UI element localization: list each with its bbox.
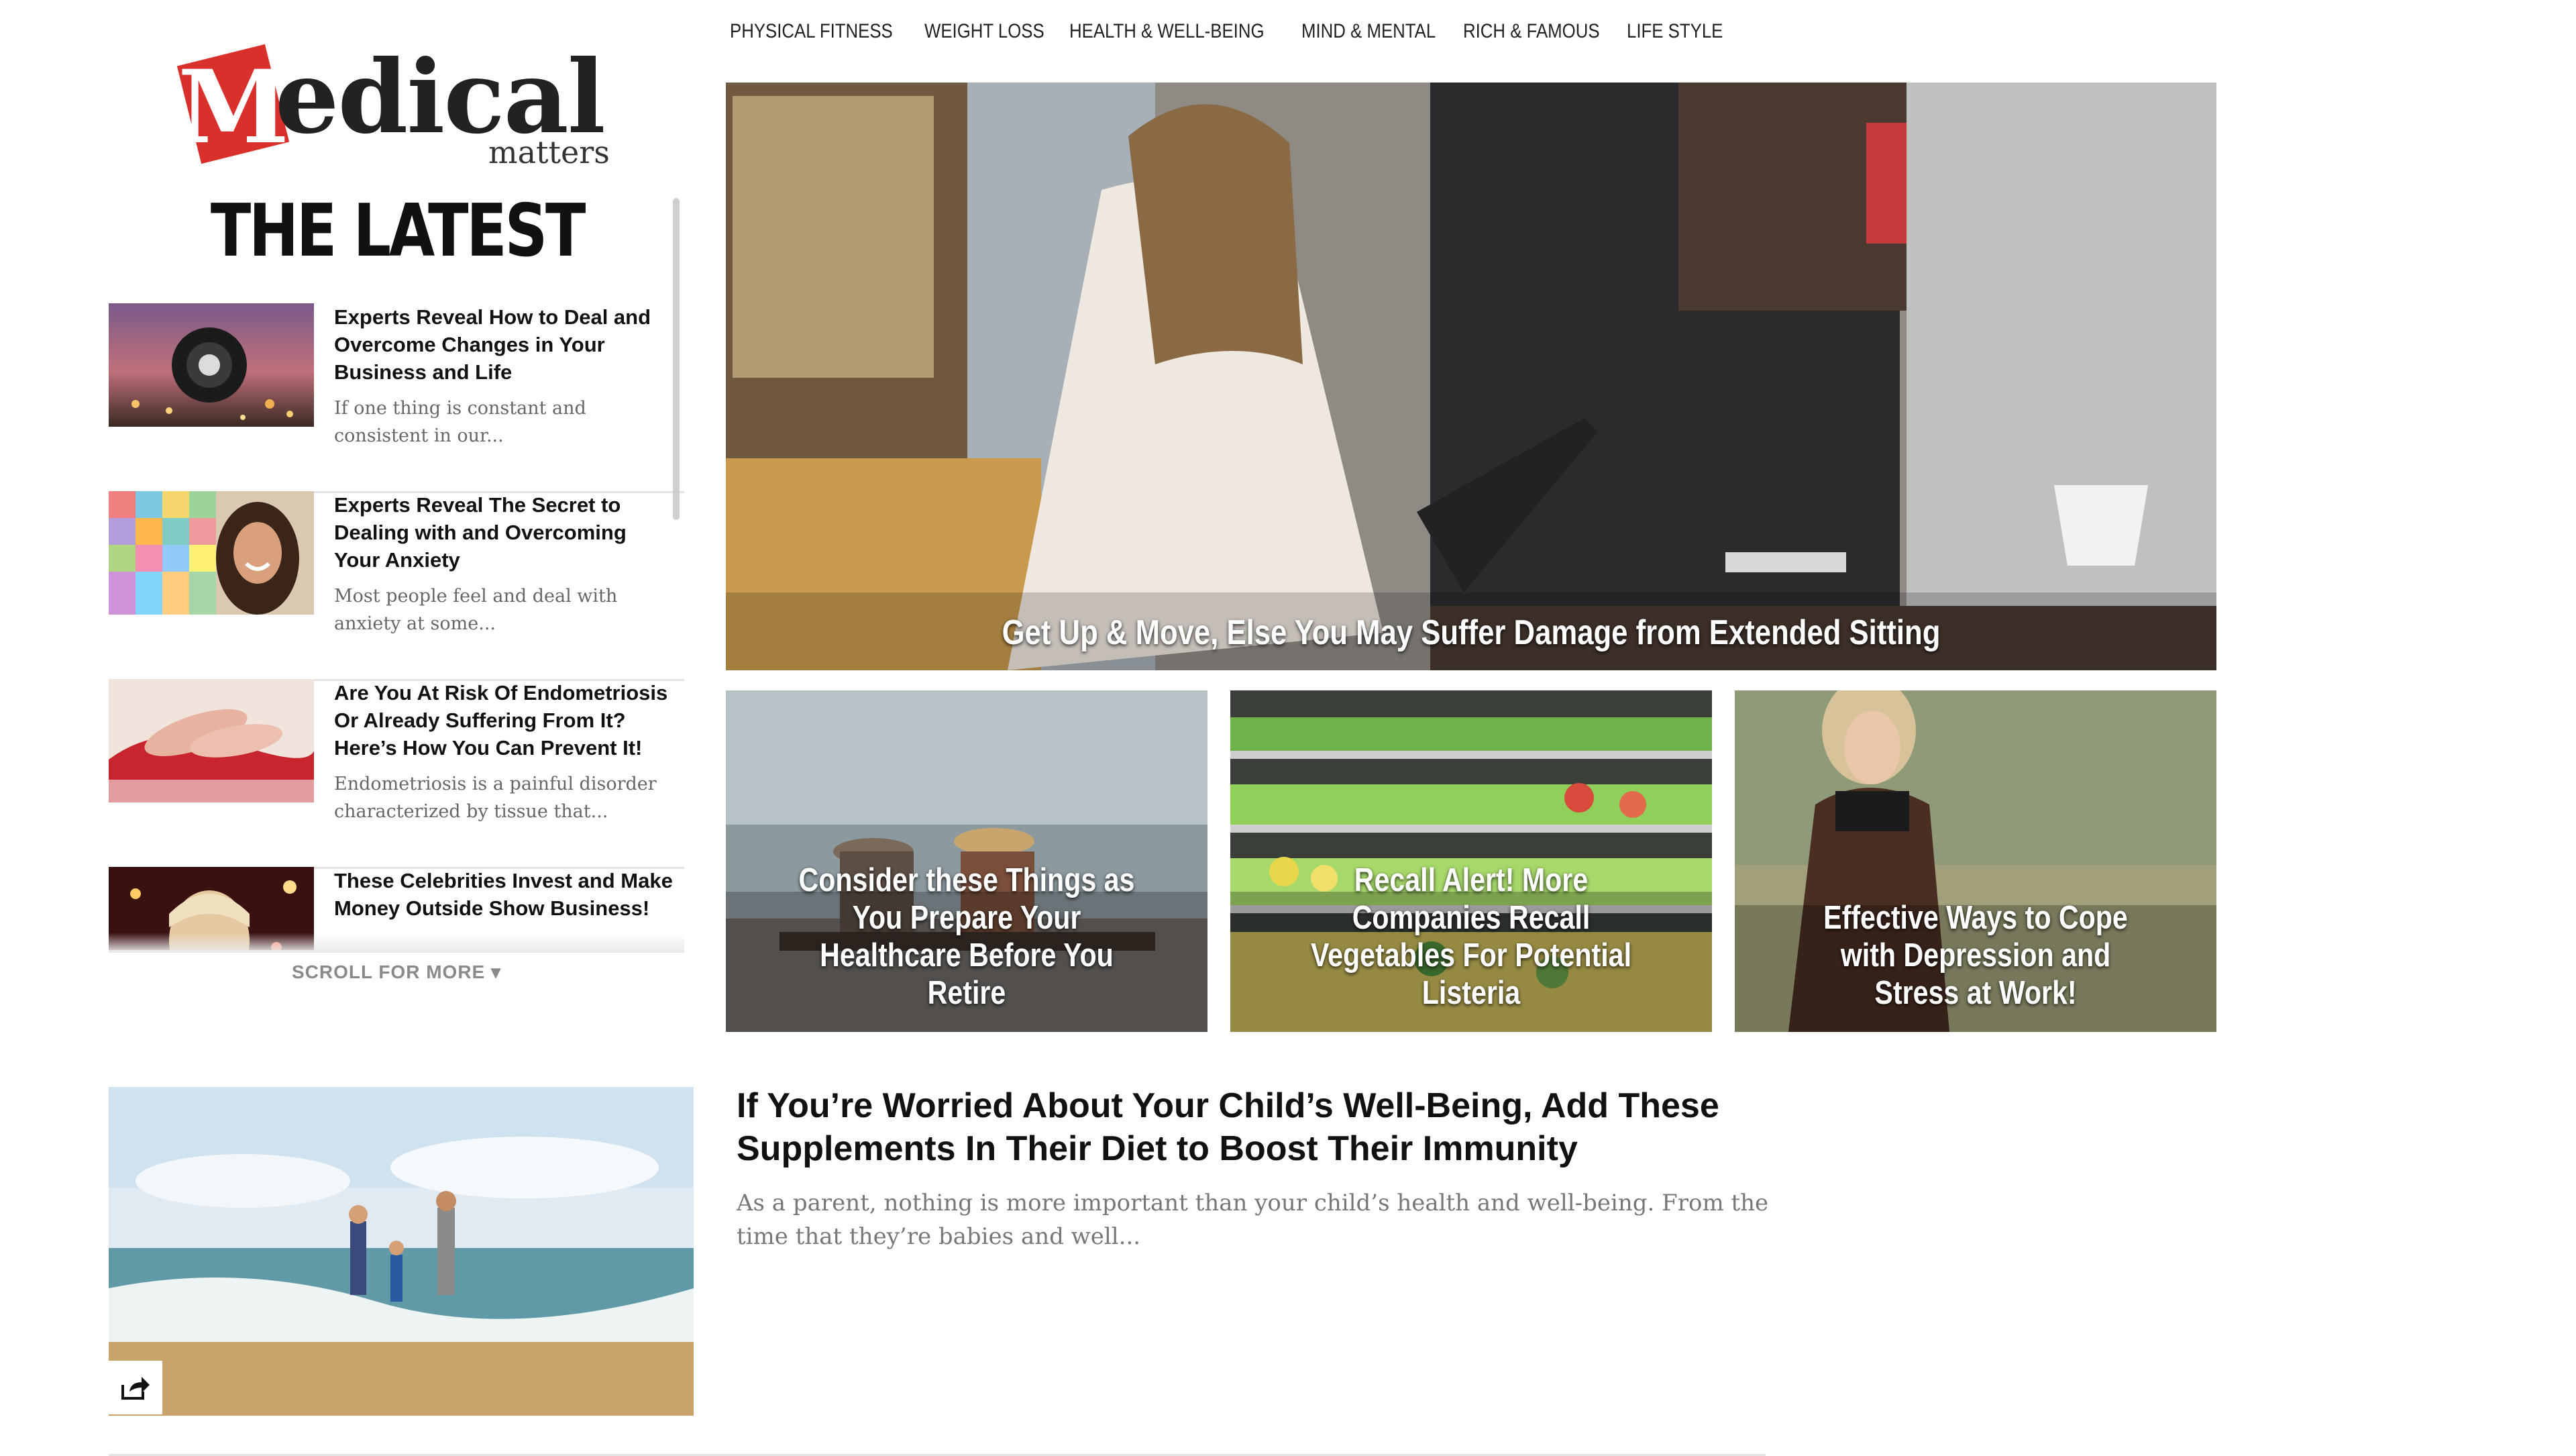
logo-letter: M [178, 48, 290, 166]
article-card[interactable]: Recall Alert! More Companies Recall Vege… [1230, 690, 1712, 1032]
nav-item-physical-fitness[interactable]: PHYSICAL FITNESS [730, 20, 893, 43]
latest-item-excerpt: Most people feel and deal with anxiety a… [334, 586, 618, 634]
latest-heading: THE LATEST [210, 189, 586, 273]
latest-scrollbar[interactable] [673, 198, 680, 520]
feature-excerpt: As a parent, nothing is more important t… [737, 1190, 1769, 1250]
share-icon [121, 1377, 150, 1400]
latest-thumb-hands-stomach[interactable] [109, 679, 314, 802]
nav-item-life-style[interactable]: LIFE STYLE [1627, 20, 1723, 43]
logo-word: edical [275, 38, 606, 156]
article-card[interactable]: Effective Ways to Cope with Depression a… [1735, 690, 2216, 1032]
latest-item[interactable]: Experts Reveal How to Deal and Overcome … [109, 303, 684, 493]
feature-title[interactable]: If You’re Worried About Your Child’s Wel… [737, 1084, 1783, 1170]
latest-item-title[interactable]: These Celebrities Invest and Make Money … [334, 867, 676, 922]
latest-thumb-camera[interactable] [109, 303, 314, 427]
logo-badge: M [176, 44, 290, 166]
feature-image-beach-family [109, 1087, 694, 1416]
hero-image [726, 83, 2216, 670]
latest-item-title[interactable]: Are You At Risk Of Endometriosis Or Alre… [334, 679, 676, 762]
latest-fade [109, 933, 684, 953]
latest-item[interactable]: Are You At Risk Of Endometriosis Or Alre… [109, 679, 684, 869]
card-title[interactable]: Recall Alert! More Companies Recall Vege… [1269, 862, 1673, 1012]
nav-item-rich-famous[interactable]: RICH & FAMOUS [1463, 20, 1600, 43]
hero-title[interactable]: Get Up & Move, Else You May Suffer Damag… [845, 613, 2097, 653]
hero-article[interactable]: Get Up & Move, Else You May Suffer Damag… [726, 83, 2216, 670]
latest-item-title[interactable]: Experts Reveal The Secret to Dealing wit… [334, 491, 676, 574]
latest-item-excerpt: Endometriosis is a painful disorder char… [334, 774, 657, 822]
nav-item-health-well-being[interactable]: HEALTH & WELL-BEING [1069, 20, 1265, 43]
latest-item[interactable]: Experts Reveal The Secret to Dealing wit… [109, 491, 684, 681]
share-button[interactable] [109, 1361, 162, 1414]
article-card[interactable]: Consider these Things as You Prepare You… [726, 690, 1208, 1032]
card-title[interactable]: Effective Ways to Cope with Depression a… [1773, 899, 2178, 1012]
latest-list[interactable]: Experts Reveal How to Deal and Overcome … [109, 303, 684, 950]
latest-thumb-woman-smiling[interactable] [109, 491, 314, 615]
latest-item-title[interactable]: Experts Reveal How to Deal and Overcome … [334, 303, 676, 386]
site-logo[interactable]: M edical matters [176, 38, 610, 174]
logo-tagline: matters [488, 134, 610, 170]
nav-item-mind-mental[interactable]: MIND & MENTAL [1301, 20, 1436, 43]
card-title[interactable]: Consider these Things as You Prepare You… [764, 862, 1169, 1012]
scroll-for-more[interactable]: SCROLL FOR MORE ▾ [109, 961, 684, 983]
feature-image[interactable] [109, 1087, 694, 1416]
category-nav: PHYSICAL FITNESS WEIGHT LOSS HEALTH & WE… [730, 20, 1729, 43]
latest-item-excerpt: If one thing is constant and consistent … [334, 398, 586, 446]
nav-item-weight-loss[interactable]: WEIGHT LOSS [924, 20, 1044, 43]
